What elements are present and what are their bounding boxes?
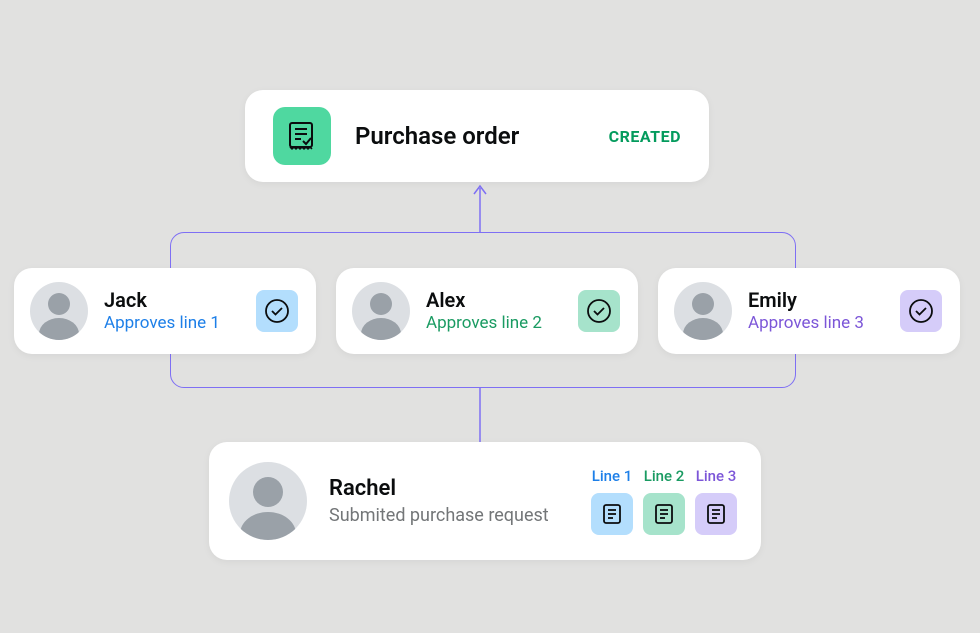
- approver-action: Approves line 2: [426, 312, 578, 334]
- approver-name: Jack: [104, 288, 256, 312]
- purchase-order-title: Purchase order: [355, 122, 609, 150]
- document-icon: [643, 493, 685, 535]
- purchase-order-status: CREATED: [609, 127, 681, 146]
- avatar: [30, 282, 88, 340]
- arrow-up-po: [470, 182, 490, 234]
- purchase-order-card: Purchase order CREATED: [245, 90, 709, 182]
- approver-name: Emily: [748, 288, 900, 312]
- connector-line-req: [470, 388, 490, 444]
- approver-name: Alex: [426, 288, 578, 312]
- approver-card-alex: Alex Approves line 2: [336, 268, 638, 354]
- line-label: Line 3: [696, 467, 737, 485]
- avatar: [229, 462, 307, 540]
- approver-action: Approves line 1: [104, 312, 256, 334]
- approver-card-jack: Jack Approves line 1: [14, 268, 316, 354]
- line-item-3: Line 3: [695, 467, 737, 535]
- requester-action: Submited purchase request: [329, 505, 581, 526]
- check-circle-icon: [256, 290, 298, 332]
- document-check-icon: [273, 107, 331, 165]
- document-icon: [591, 493, 633, 535]
- check-circle-icon: [578, 290, 620, 332]
- document-icon: [695, 493, 737, 535]
- line-label: Line 1: [592, 467, 633, 485]
- line-label: Line 2: [644, 467, 685, 485]
- line-item-2: Line 2: [643, 467, 685, 535]
- line-item-1: Line 1: [591, 467, 633, 535]
- requester-card: Rachel Submited purchase request Line 1 …: [209, 442, 761, 560]
- avatar: [674, 282, 732, 340]
- requester-name: Rachel: [329, 476, 581, 501]
- check-circle-icon: [900, 290, 942, 332]
- avatar: [352, 282, 410, 340]
- approver-card-emily: Emily Approves line 3: [658, 268, 960, 354]
- approver-action: Approves line 3: [748, 312, 900, 334]
